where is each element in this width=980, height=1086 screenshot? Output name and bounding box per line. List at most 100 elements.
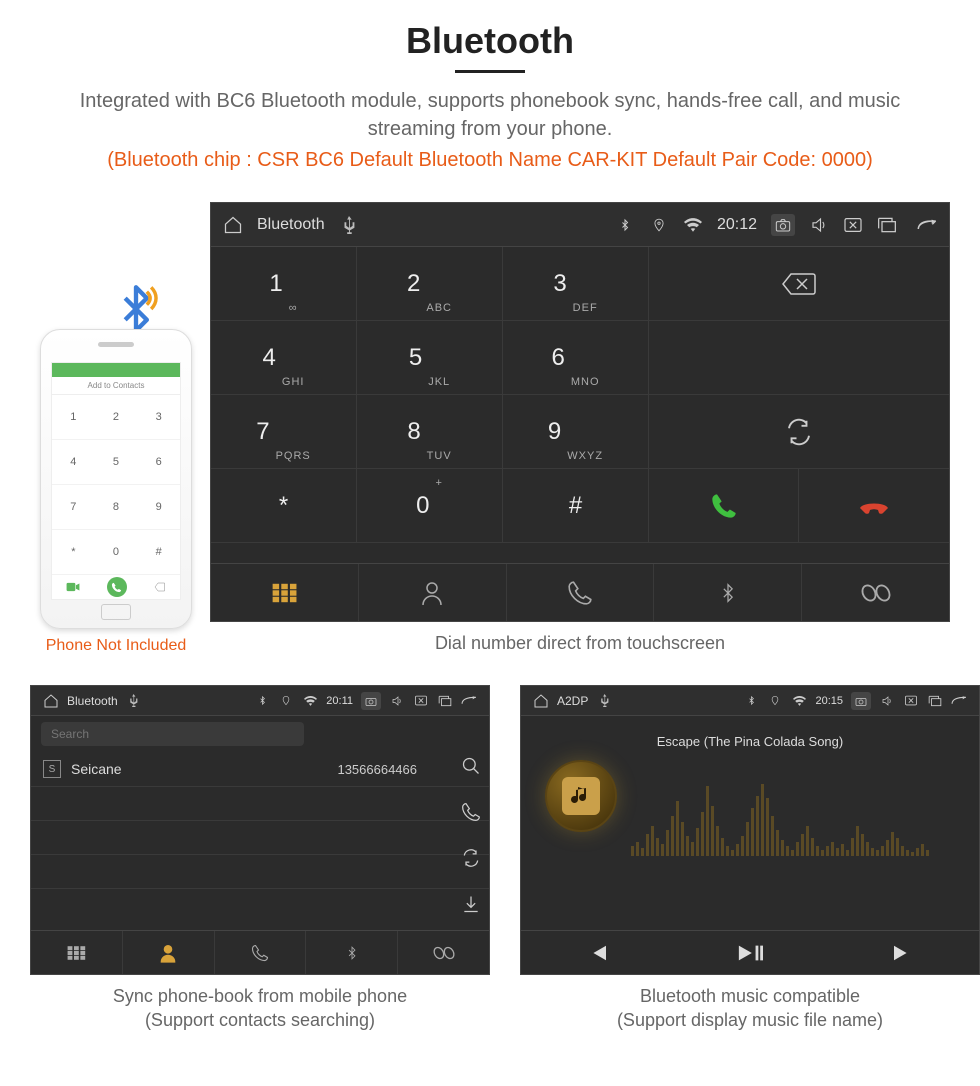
wifi-icon xyxy=(302,693,318,709)
key-4[interactable]: 4GHI xyxy=(211,321,357,395)
location-icon xyxy=(278,693,294,709)
home-icon[interactable] xyxy=(223,215,243,235)
recent-apps-icon[interactable] xyxy=(927,693,943,709)
search-icon[interactable] xyxy=(461,756,481,776)
recent-apps-icon[interactable] xyxy=(877,215,897,235)
contacts-panel: Bluetooth 20:11 xyxy=(30,685,490,975)
hangup-button[interactable] xyxy=(799,469,949,543)
phone-key: # xyxy=(137,530,180,575)
screenshot-icon[interactable] xyxy=(771,214,795,236)
phone-add-contacts: Add to Contacts xyxy=(52,377,180,395)
home-icon[interactable] xyxy=(533,693,549,709)
bluetooth-status-icon xyxy=(615,215,635,235)
visualizer xyxy=(631,766,949,856)
contact-letter: S xyxy=(43,760,61,778)
next-button[interactable] xyxy=(892,944,914,962)
key-6[interactable]: 6MNO xyxy=(503,321,649,395)
usb-icon xyxy=(596,693,612,709)
call-button[interactable] xyxy=(649,469,799,543)
download-icon[interactable] xyxy=(461,894,481,914)
phone-key: 7 xyxy=(52,485,95,530)
sync-icon[interactable] xyxy=(461,848,481,868)
contacts-caption-1: Sync phone-book from mobile phone xyxy=(30,985,490,1008)
page-subtitle: Integrated with BC6 Bluetooth module, su… xyxy=(0,87,980,143)
dialer-caption: Dial number direct from touchscreen xyxy=(210,632,950,655)
wifi-icon xyxy=(683,215,703,235)
play-pause-button[interactable] xyxy=(737,943,763,963)
prev-button[interactable] xyxy=(586,944,608,962)
video-icon xyxy=(66,582,80,592)
tab-pair[interactable] xyxy=(398,931,489,974)
tab-contacts[interactable] xyxy=(359,564,507,621)
contact-row[interactable]: S Seicane 13566664466 xyxy=(31,752,489,787)
dialer-panel: Bluetooth 20:12 xyxy=(210,202,950,622)
title-rule xyxy=(455,70,525,73)
volume-icon[interactable] xyxy=(389,693,405,709)
home-icon[interactable] xyxy=(43,693,59,709)
album-art xyxy=(545,760,617,832)
phone-key: 6 xyxy=(137,440,180,485)
page-title: Bluetooth xyxy=(0,20,980,62)
phone-key: 2 xyxy=(95,395,138,440)
location-icon xyxy=(767,693,783,709)
contact-name: Seicane xyxy=(71,761,122,777)
key-8[interactable]: 8TUV xyxy=(357,395,503,469)
music-caption-2: (Support display music file name) xyxy=(520,1009,980,1032)
tab-keypad[interactable] xyxy=(211,564,359,621)
bluetooth-float-icon xyxy=(110,283,162,335)
key-1[interactable]: 1∞ xyxy=(211,247,357,321)
contacts-caption-2: (Support contacts searching) xyxy=(30,1009,490,1032)
call-contact-icon[interactable] xyxy=(461,802,481,822)
status-title: Bluetooth xyxy=(257,216,325,234)
key-star[interactable]: * xyxy=(211,469,357,543)
status-title: A2DP xyxy=(557,694,588,708)
key-9[interactable]: 9WXYZ xyxy=(503,395,649,469)
close-app-icon[interactable] xyxy=(843,215,863,235)
music-panel: A2DP 20:15 Escape (The Pina Colada Song) xyxy=(520,685,980,975)
back-icon[interactable] xyxy=(461,693,477,709)
recent-apps-icon[interactable] xyxy=(437,693,453,709)
key-7[interactable]: 7PQRS xyxy=(211,395,357,469)
music-caption-1: Bluetooth music compatible xyxy=(520,985,980,1008)
status-time: 20:15 xyxy=(815,695,843,707)
contact-number: 13566664466 xyxy=(337,762,417,777)
tab-bluetooth[interactable] xyxy=(306,931,398,974)
phone-mockup: Add to Contacts 1 2 3 4 5 6 7 8 9 * 0 # xyxy=(40,329,192,629)
key-hash[interactable]: # xyxy=(503,469,649,543)
screenshot-icon[interactable] xyxy=(361,692,381,710)
key-5[interactable]: 5JKL xyxy=(357,321,503,395)
phone-key: 1 xyxy=(52,395,95,440)
phone-key: 3 xyxy=(137,395,180,440)
phone-key: 5 xyxy=(95,440,138,485)
bluetooth-spec: (Bluetooth chip : CSR BC6 Default Blueto… xyxy=(0,149,980,172)
back-icon[interactable] xyxy=(951,693,967,709)
back-icon[interactable] xyxy=(917,215,937,235)
bluetooth-status-icon xyxy=(743,693,759,709)
bluetooth-status-icon xyxy=(254,693,270,709)
usb-icon xyxy=(126,693,142,709)
key-2[interactable]: 2ABC xyxy=(357,247,503,321)
phone-key: 4 xyxy=(52,440,95,485)
tab-calllog[interactable] xyxy=(507,564,655,621)
backspace-button[interactable] xyxy=(649,247,949,321)
swap-button[interactable] xyxy=(649,395,949,469)
tab-contacts[interactable] xyxy=(123,931,215,974)
tab-pair[interactable] xyxy=(802,564,949,621)
volume-icon[interactable] xyxy=(809,215,829,235)
screenshot-icon[interactable] xyxy=(851,692,871,710)
backspace-mini-icon xyxy=(154,581,166,593)
tab-bluetooth[interactable] xyxy=(654,564,802,621)
tab-keypad[interactable] xyxy=(31,931,123,974)
contacts-search-input[interactable] xyxy=(41,722,304,746)
tab-calllog[interactable] xyxy=(215,931,307,974)
close-app-icon[interactable] xyxy=(903,693,919,709)
wifi-icon xyxy=(791,693,807,709)
status-time: 20:12 xyxy=(717,216,757,234)
key-3[interactable]: 3DEF xyxy=(503,247,649,321)
phone-key: 0 xyxy=(95,530,138,575)
close-app-icon[interactable] xyxy=(413,693,429,709)
phone-key: 8 xyxy=(95,485,138,530)
empty-cell xyxy=(649,321,949,395)
key-0[interactable]: 0+ xyxy=(357,469,503,543)
volume-icon[interactable] xyxy=(879,693,895,709)
